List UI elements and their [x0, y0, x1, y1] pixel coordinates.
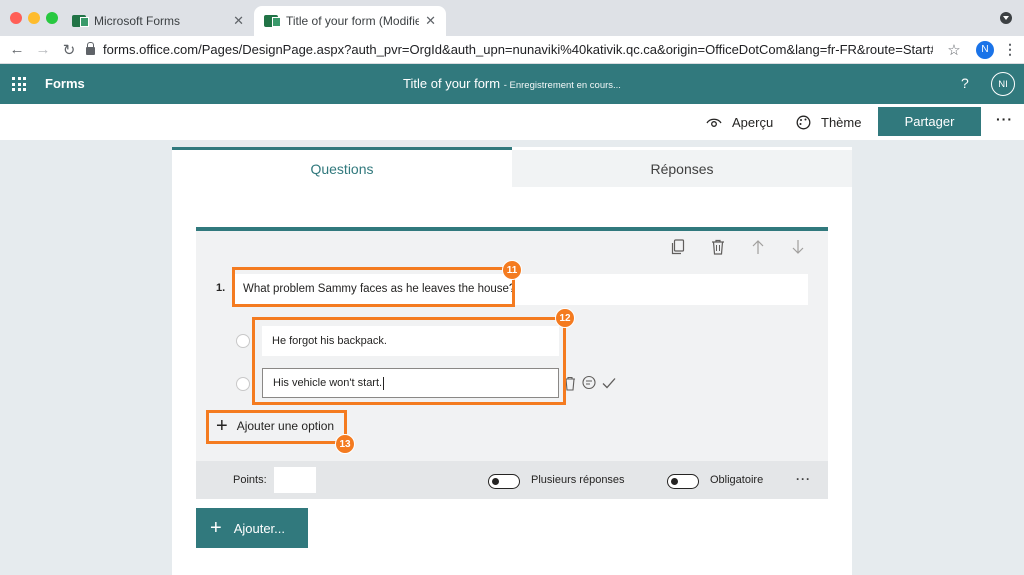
plus-icon: + [210, 517, 222, 539]
browser-tab-form-editor[interactable]: Title of your form (Modifier) Mi ✕ [254, 6, 446, 36]
url-text: forms.office.com/Pages/DesignPage.aspx?a… [103, 42, 933, 57]
points-input[interactable] [274, 467, 316, 493]
option-comment-icon[interactable] [581, 375, 597, 391]
question-more-icon[interactable]: ··· [796, 472, 811, 486]
url-field[interactable]: forms.office.com/Pages/DesignPage.aspx?a… [86, 39, 934, 61]
bookmark-star-icon[interactable]: ☆ [942, 41, 966, 59]
annotation-box-12 [252, 317, 566, 405]
forms-favicon-icon [264, 15, 281, 27]
required-label: Obligatoire [710, 474, 764, 486]
forms-favicon-icon [72, 15, 89, 27]
more-options-icon[interactable]: ··· [996, 111, 1013, 127]
required-toggle[interactable] [667, 474, 699, 489]
minimize-window-button[interactable] [28, 12, 40, 24]
correct-answer-check-icon[interactable] [601, 375, 617, 391]
multiple-answers-toggle[interactable] [488, 474, 520, 489]
eye-icon [706, 117, 722, 129]
option-radio [236, 377, 250, 391]
annotation-badge-13: 13 [335, 434, 355, 454]
address-bar: ← → ↻ forms.office.com/Pages/DesignPage.… [0, 36, 1024, 64]
annotation-box-13 [206, 410, 347, 444]
option-radio [236, 334, 250, 348]
preview-button[interactable]: Aperçu [706, 115, 773, 130]
tab-search-icon[interactable] [1000, 12, 1012, 24]
browser-profile-avatar[interactable]: N [976, 40, 994, 59]
copy-question-icon[interactable] [671, 239, 687, 255]
back-arrow-icon[interactable]: ← [4, 41, 30, 58]
tab-label: Title of your form (Modifier) Mi [286, 14, 420, 28]
browser-tab-bar: Microsoft Forms ✕ Title of your form (Mo… [0, 0, 1024, 36]
palette-icon [796, 115, 811, 130]
forward-arrow-icon[interactable]: → [30, 41, 56, 58]
close-tab-icon[interactable]: ✕ [425, 13, 436, 29]
preview-label: Aperçu [732, 115, 774, 130]
points-label: Points: [233, 474, 267, 486]
user-avatar[interactable]: NI [991, 72, 1015, 96]
annotation-box-11 [232, 267, 515, 307]
tab-label: Microsoft Forms [94, 14, 181, 28]
delete-question-icon[interactable] [711, 239, 727, 255]
add-question-label: Ajouter... [233, 520, 285, 536]
tab-responses[interactable]: Réponses [512, 150, 852, 187]
document-title: Title of your form - Enregistrement en c… [0, 76, 1024, 91]
close-tab-icon[interactable]: ✕ [233, 13, 244, 29]
command-bar: Aperçu Thème [0, 104, 1024, 140]
theme-button[interactable]: Thème [796, 115, 861, 130]
tab-questions[interactable]: Questions [172, 147, 512, 187]
reload-icon[interactable]: ↻ [56, 41, 82, 59]
lock-icon [86, 42, 95, 55]
save-status: - Enregistrement en cours... [503, 80, 621, 91]
maximize-window-button[interactable] [46, 12, 58, 24]
annotation-badge-11: 11 [502, 260, 522, 280]
move-down-icon[interactable] [791, 239, 807, 255]
question-number: 1. [216, 282, 226, 294]
move-up-icon[interactable] [751, 239, 767, 255]
forms-header: Forms Title of your form - Enregistremen… [0, 64, 1024, 104]
form-title: Title of your form [403, 76, 501, 91]
close-window-button[interactable] [10, 12, 22, 24]
browser-tab-microsoft-forms[interactable]: Microsoft Forms ✕ [62, 6, 254, 36]
browser-menu-icon[interactable]: ⋮ [1002, 41, 1018, 58]
theme-label: Thème [821, 115, 862, 130]
add-question-button[interactable]: + Ajouter... [196, 508, 308, 548]
share-button[interactable]: Partager [878, 107, 981, 136]
multiple-answers-label: Plusieurs réponses [531, 474, 625, 486]
help-icon[interactable]: ? [961, 75, 969, 91]
delete-option-icon[interactable] [564, 375, 580, 391]
annotation-badge-12: 12 [555, 308, 575, 328]
